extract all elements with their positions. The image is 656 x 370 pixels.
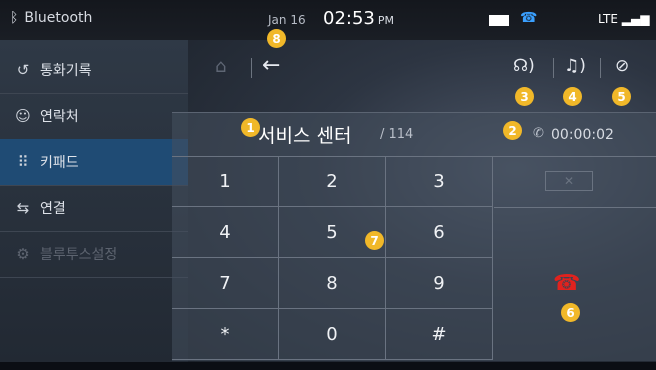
key-hash[interactable]: # <box>386 309 493 360</box>
bluetooth-icon: ᛒ <box>10 10 19 26</box>
key-9[interactable]: 9 <box>386 258 493 309</box>
caller-number: / 114 <box>380 127 414 142</box>
history-icon: ↺ <box>16 61 30 79</box>
mic-volume-icon[interactable]: ♫) <box>564 56 586 76</box>
sidebar-item-keypad[interactable]: ⠿ 키패드 <box>0 139 188 186</box>
key-7[interactable]: 7 <box>172 258 279 309</box>
settings-icon: ⚙ <box>16 245 30 263</box>
badge-6: 6 <box>561 303 580 322</box>
key-4[interactable]: 4 <box>172 207 279 258</box>
sidebar-item-label: 연결 <box>40 201 66 217</box>
status-date: Jan 16 <box>268 13 306 27</box>
back-arrow-icon[interactable]: ← <box>262 53 280 78</box>
backspace-icon[interactable]: ✕ <box>545 171 593 191</box>
bluetooth-label: Bluetooth <box>24 10 93 26</box>
bottom-bar <box>0 362 656 370</box>
sidebar-item-label: 통화기록 <box>40 63 92 79</box>
transfer-icon: ⇆ <box>16 199 30 217</box>
badge-7: 7 <box>365 231 384 250</box>
network-indicator: LTE ▂▄▆ <box>598 12 649 26</box>
key-0[interactable]: 0 <box>279 309 386 360</box>
key-3[interactable]: 3 <box>386 156 493 207</box>
sidebar-item-call-history[interactable]: ↺ 통화기록 <box>0 47 188 94</box>
battery-icon <box>489 15 509 26</box>
sidebar-item-label: 연락처 <box>40 109 79 125</box>
badge-5: 5 <box>612 87 631 106</box>
network-label: LTE <box>598 12 618 26</box>
call-duration: 00:00:02 <box>551 127 614 143</box>
divider <box>494 207 656 208</box>
toolbar-divider <box>251 58 252 78</box>
home-icon[interactable]: ⌂ <box>215 56 226 77</box>
badge-1: 1 <box>241 118 260 137</box>
sidebar-item-bluetooth-settings[interactable]: ⚙ 블루투스설정 <box>0 231 188 278</box>
sidebar: ↺ 통화기록 ☺ 연락처 ⠿ 키패드 ⇆ 연결 ⚙ 블루투스설정 <box>0 40 188 362</box>
toolbar-divider <box>600 58 601 78</box>
badge-8: 8 <box>267 29 286 48</box>
caller-name: 서비스 센터 <box>258 125 352 147</box>
key-star[interactable]: * <box>172 309 279 360</box>
badge-3: 3 <box>515 87 534 106</box>
status-ampm: PM <box>377 14 394 27</box>
end-call-icon[interactable]: ☎ <box>553 271 580 296</box>
sidebar-item-contacts[interactable]: ☺ 연락처 <box>0 93 188 140</box>
voice-privacy-icon[interactable]: ☊) <box>513 56 535 76</box>
key-2[interactable]: 2 <box>279 156 386 207</box>
sidebar-item-label: 블루투스설정 <box>40 247 118 263</box>
phone-icon: ✆ <box>533 126 544 141</box>
sidebar-item-label: 키패드 <box>40 155 79 171</box>
signal-icon: ▂▄▆ <box>621 12 650 26</box>
key-1[interactable]: 1 <box>172 156 279 207</box>
bluetooth-title: ᛒ Bluetooth <box>10 10 92 26</box>
status-bar: ᛒ Bluetooth Jan 16 02:53 PM ☎ LTE ▂▄▆ <box>0 0 656 40</box>
key-8[interactable]: 8 <box>279 258 386 309</box>
keypad-icon: ⠿ <box>17 153 29 171</box>
key-6[interactable]: 6 <box>386 207 493 258</box>
status-time: 02:53 PM <box>323 8 394 29</box>
bluetooth-phone-icon: ☎ <box>520 10 538 26</box>
status-clock: 02:53 <box>323 8 375 29</box>
sidebar-item-connect[interactable]: ⇆ 연결 <box>0 185 188 232</box>
badge-4: 4 <box>563 87 582 106</box>
contacts-icon: ☺ <box>15 107 31 125</box>
badge-2: 2 <box>503 121 522 140</box>
mute-mic-icon[interactable]: ⊘ <box>615 56 629 76</box>
toolbar-divider <box>553 58 554 78</box>
